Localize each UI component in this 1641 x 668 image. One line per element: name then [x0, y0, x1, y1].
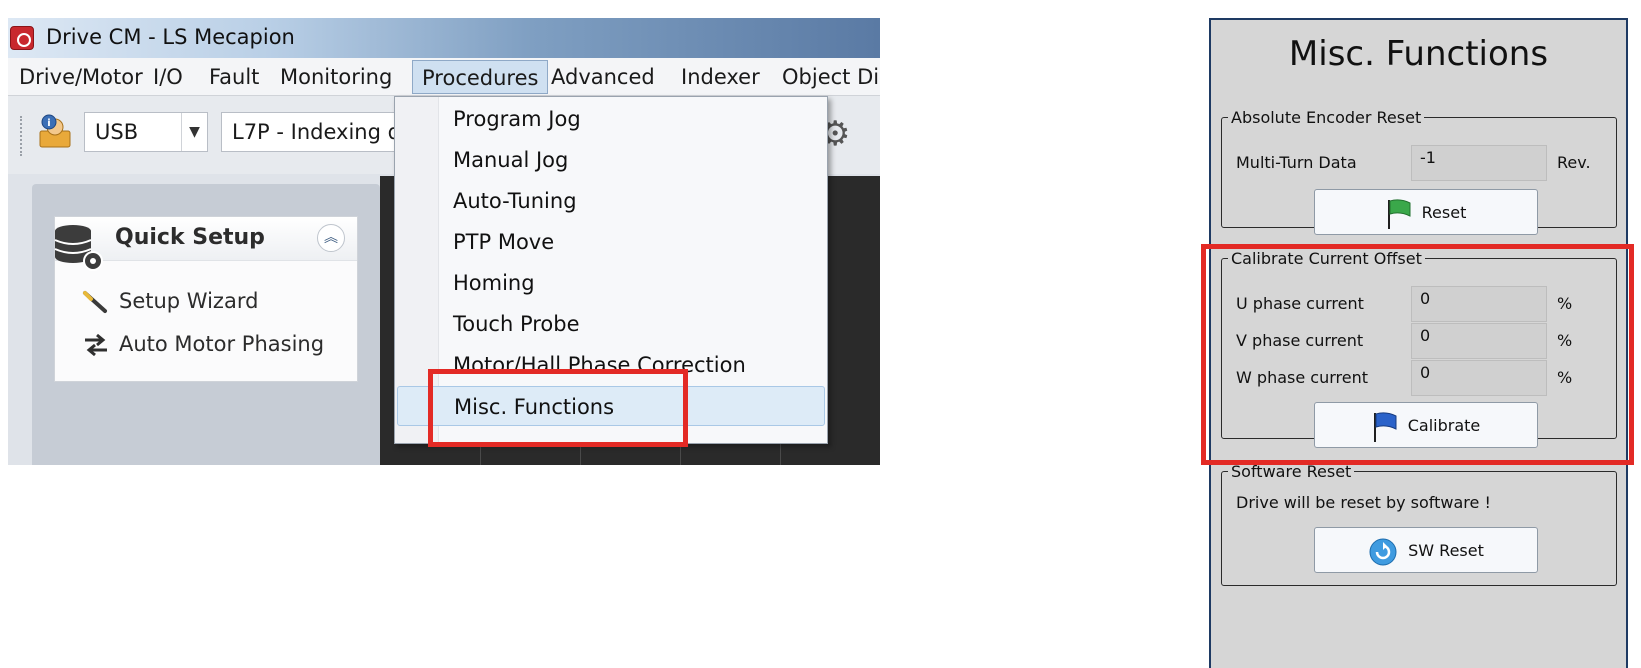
menu-drive-motor[interactable]: Drive/Motor [10, 60, 152, 94]
toolbar-grip[interactable] [20, 116, 24, 156]
menu-procedures[interactable]: Procedures [412, 60, 549, 94]
app-logo-icon [10, 26, 34, 50]
wand-icon [83, 291, 107, 313]
connection-info-icon[interactable]: i [36, 113, 74, 151]
menu-monitoring[interactable]: Monitoring [271, 60, 401, 94]
swap-arrows-icon [85, 333, 107, 357]
setup-wizard-label: Setup Wizard [119, 289, 259, 313]
reset-button[interactable]: Reset [1314, 189, 1538, 235]
database-gear-icon [54, 225, 103, 271]
auto-motor-phasing-label: Auto Motor Phasing [119, 332, 325, 356]
highlight-box-calibrate-offset [1201, 244, 1634, 465]
collapse-up-icon[interactable]: ︽ [317, 224, 345, 252]
software-reset-message: Drive will be reset by software ! [1236, 493, 1491, 512]
quick-setup-card: Quick Setup ︽ Setup Wizard Auto Motor Ph… [54, 216, 358, 382]
menu-io[interactable]: I/O [144, 60, 192, 94]
menu-item-homing[interactable]: Homing [397, 263, 825, 303]
menu-item-ptp-move[interactable]: PTP Move [397, 222, 825, 262]
drive-select[interactable]: L7P - Indexing driv [221, 112, 421, 152]
svg-text:i: i [47, 118, 50, 129]
absolute-encoder-reset-group: Absolute Encoder Reset Multi-Turn Data -… [1221, 108, 1617, 235]
title-bar: Drive CM - LS Mecapion [8, 18, 880, 58]
menu-object-dictionary[interactable]: Object Dict [773, 60, 880, 94]
panel-title: Misc. Functions [1288, 34, 1549, 74]
group-legend: Absolute Encoder Reset [1231, 108, 1422, 127]
quick-setup-item-setup-wizard[interactable]: Setup Wizard [81, 289, 258, 319]
menu-fault[interactable]: Fault [200, 60, 268, 94]
unit-label: Rev. [1557, 153, 1591, 172]
connection-select[interactable]: USB ▼ [84, 112, 208, 152]
menu-item-auto-tuning[interactable]: Auto-Tuning [397, 181, 825, 221]
drive-cm-window: Drive CM - LS Mecapion Drive/Motor I/O F… [8, 18, 880, 465]
green-flag-icon [1387, 198, 1411, 229]
quick-setup-title: Quick Setup [115, 225, 265, 250]
highlight-box-misc-functions [428, 369, 688, 447]
menu-indexer[interactable]: Indexer [672, 60, 769, 94]
multi-turn-data-field[interactable]: -1 [1411, 145, 1547, 181]
connection-select-value: USB [95, 120, 139, 144]
menu-item-touch-probe[interactable]: Touch Probe [397, 304, 825, 344]
menu-item-manual-jog[interactable]: Manual Jog [397, 140, 825, 180]
quick-setup-item-auto-motor-phasing[interactable]: Auto Motor Phasing [81, 332, 324, 362]
refresh-icon [1369, 538, 1397, 565]
quick-setup-header: Quick Setup ︽ [54, 217, 357, 271]
multi-turn-data-label: Multi-Turn Data [1236, 153, 1357, 172]
menu-bar: Drive/Motor I/O Fault Monitoring Procedu… [8, 58, 880, 96]
menu-item-program-jog[interactable]: Program Jog [397, 99, 825, 139]
drive-select-value: L7P - Indexing driv [232, 120, 421, 144]
chevron-down-icon[interactable]: ▼ [181, 113, 207, 151]
software-reset-group: Software Reset Drive will be reset by so… [1221, 462, 1617, 586]
sw-reset-button[interactable]: SW Reset [1314, 527, 1538, 573]
window-title: Drive CM - LS Mecapion [46, 25, 295, 49]
reset-button-label: Reset [1421, 203, 1467, 222]
menu-advanced[interactable]: Advanced [542, 60, 664, 94]
sw-reset-button-label: SW Reset [1408, 541, 1484, 560]
